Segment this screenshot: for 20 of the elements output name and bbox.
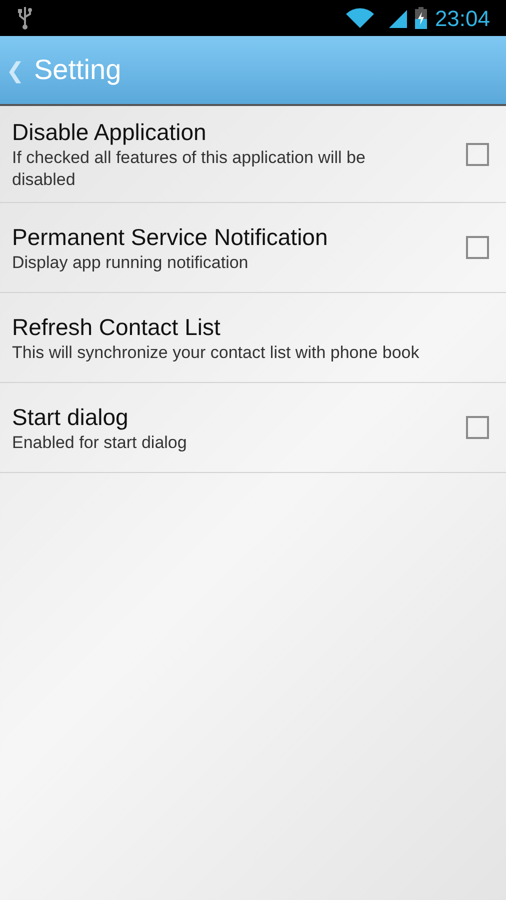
- checkbox[interactable]: [466, 236, 489, 259]
- clock: 23:04: [434, 4, 490, 32]
- setting-summary: If checked all features of this application will be disabled: [12, 147, 366, 191]
- checkbox[interactable]: [466, 416, 489, 439]
- setting-summary: Display app running notification: [12, 252, 250, 274]
- setting-row[interactable]: Disable Application If checked all features of this application will be disabled: [0, 106, 506, 203]
- setting-summary: Enabled for start dialog: [12, 432, 188, 454]
- setting-title: Start dialog: [12, 402, 130, 432]
- setting-title: Permanent Service Notification: [12, 222, 329, 252]
- setting-row[interactable]: Start dialog Enabled for start dialog: [0, 383, 506, 473]
- setting-title: Refresh Contact List: [12, 312, 222, 342]
- battery-icon: [414, 7, 427, 29]
- checkbox[interactable]: [466, 142, 489, 166]
- usb-icon: [16, 6, 34, 30]
- screen-title: Setting: [34, 53, 122, 87]
- setting-summary: This will synchronize your contact list with phone book: [12, 342, 420, 364]
- wifi-icon: [344, 7, 375, 29]
- setting-title: Disable Application: [12, 118, 208, 147]
- setting-row[interactable]: Refresh Contact List This will synchronize your contact list with phone book: [0, 293, 506, 383]
- setting-row[interactable]: Permanent Service Notification Display app running notification: [0, 203, 506, 293]
